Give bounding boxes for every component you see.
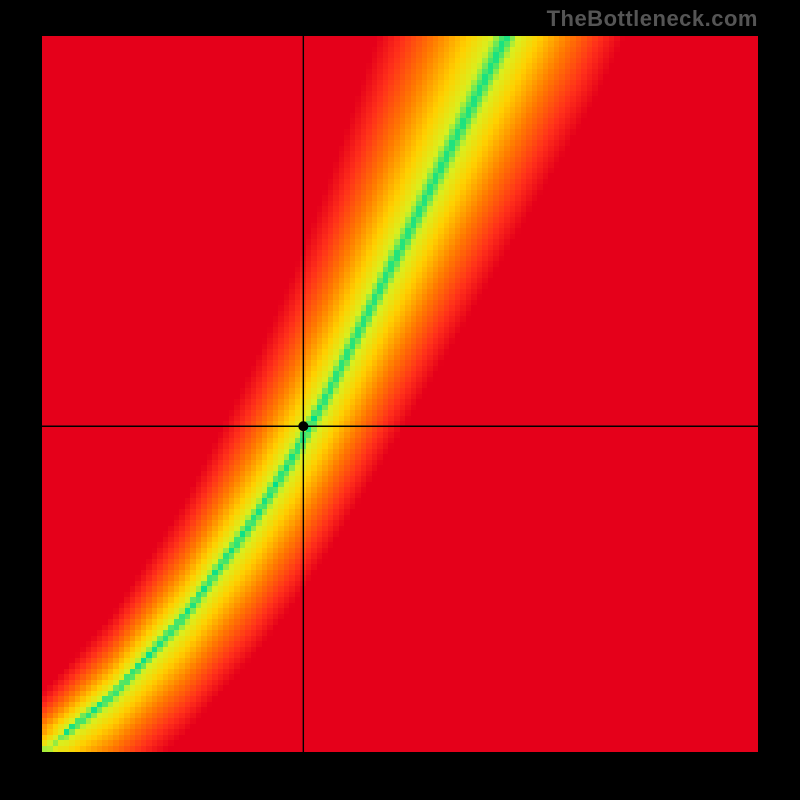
attribution-label: TheBottleneck.com <box>547 6 758 32</box>
chart-container: TheBottleneck.com <box>0 0 800 800</box>
heatmap-frame <box>42 36 758 752</box>
bottleneck-heatmap <box>42 36 758 752</box>
